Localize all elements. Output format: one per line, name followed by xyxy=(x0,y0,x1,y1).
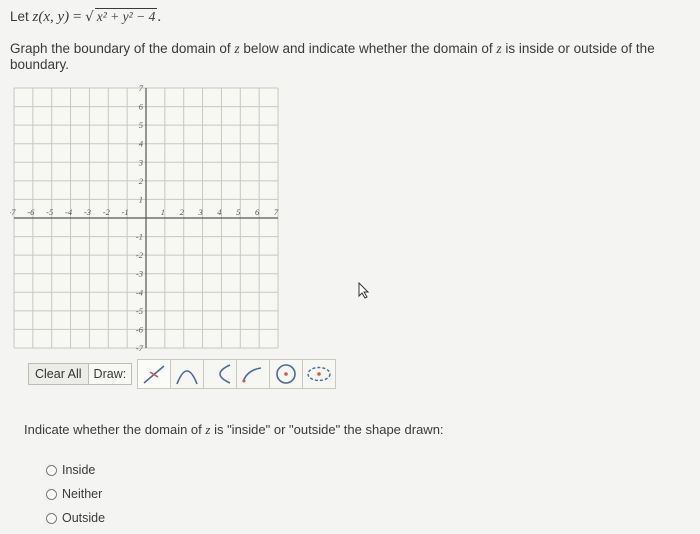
dashed-ellipse-tool[interactable] xyxy=(302,359,336,389)
mouse-cursor-icon xyxy=(358,282,370,299)
answer-options: Inside Neither Outside xyxy=(46,458,105,530)
x-tick-label: -2 xyxy=(103,207,111,217)
y-tick-label: -2 xyxy=(136,250,144,260)
x-tick-label: 4 xyxy=(217,207,222,217)
option-outside-label: Outside xyxy=(62,511,106,525)
graph-canvas[interactable]: -7-6-5-4-3-2-112345677654321-1-2-3-4-5-6… xyxy=(10,84,282,352)
problem-statement: Let z(x, y) = √ x² + y² − 4. xyxy=(10,8,161,26)
y-tick-label: 1 xyxy=(139,194,143,204)
x-tick-label: 3 xyxy=(197,207,202,217)
option-inside-label: Inside xyxy=(62,463,96,477)
option-neither[interactable]: Neither xyxy=(46,482,105,506)
x-tick-label: 6 xyxy=(255,207,260,217)
x-tick-label: 1 xyxy=(161,207,165,217)
x-tick-label: -1 xyxy=(122,207,129,217)
y-tick-label: 5 xyxy=(139,120,143,130)
draw-label: Draw: xyxy=(87,363,133,385)
domain-question: Indicate whether the domain of z is "ins… xyxy=(24,422,444,438)
y-tick-label: -6 xyxy=(136,324,144,334)
draw-tools xyxy=(137,359,336,389)
y-tick-label: -7 xyxy=(136,343,144,352)
y-tick-label: 3 xyxy=(138,157,143,167)
radio-inside[interactable] xyxy=(46,464,57,476)
equals-sign: = xyxy=(69,9,86,25)
radicand: x² + y² − 4 xyxy=(94,8,158,24)
hyperbola-tool-icon xyxy=(219,364,231,384)
problem-suffix: . xyxy=(157,9,162,25)
option-neither-label: Neither xyxy=(62,487,103,501)
line-tool-icon xyxy=(143,365,165,384)
function-lhs: z(x, y) xyxy=(32,9,70,25)
instruction-text: Graph the boundary of the domain of z be… xyxy=(10,41,680,73)
ray-tool[interactable] xyxy=(236,359,270,389)
radio-outside[interactable] xyxy=(46,512,57,524)
x-tick-label: -3 xyxy=(84,207,91,217)
x-tick-label: -7 xyxy=(10,207,16,217)
x-tick-label: 5 xyxy=(236,207,240,217)
draw-toolbar: Clear All Draw: xyxy=(28,360,133,388)
x-tick-label: 2 xyxy=(180,207,185,217)
ray-tool-icon xyxy=(242,367,262,383)
solid-circle-tool-icon xyxy=(276,364,296,384)
question-part2: is "inside" or "outside" the shape drawn… xyxy=(210,422,444,437)
y-tick-label: -3 xyxy=(136,269,143,279)
parabola-tool-icon xyxy=(176,370,198,385)
problem-prefix: Let xyxy=(10,9,33,24)
y-tick-label: -1 xyxy=(136,232,143,242)
hyperbola-tool[interactable] xyxy=(203,359,237,389)
x-tick-label: -5 xyxy=(46,207,53,217)
y-tick-label: -4 xyxy=(136,287,144,297)
y-tick-label: -5 xyxy=(136,306,143,316)
line-tool[interactable] xyxy=(137,359,171,389)
clear-all-button[interactable]: Clear All xyxy=(28,363,88,385)
solid-circle-tool[interactable] xyxy=(269,359,303,389)
x-tick-label: -6 xyxy=(27,207,35,217)
parabola-tool[interactable] xyxy=(170,359,204,389)
option-inside[interactable]: Inside xyxy=(46,458,105,482)
x-tick-label: -4 xyxy=(65,207,73,217)
instruction-part1: Graph the boundary of the domain of xyxy=(10,41,235,56)
radio-neither[interactable] xyxy=(46,488,57,500)
dashed-ellipse-tool-icon xyxy=(307,366,331,382)
option-outside[interactable]: Outside xyxy=(46,506,105,530)
sqrt-symbol: √ xyxy=(85,9,94,25)
instruction-part2: below and indicate whether the domain of xyxy=(239,41,497,56)
question-part1: Indicate whether the domain of xyxy=(24,422,206,437)
